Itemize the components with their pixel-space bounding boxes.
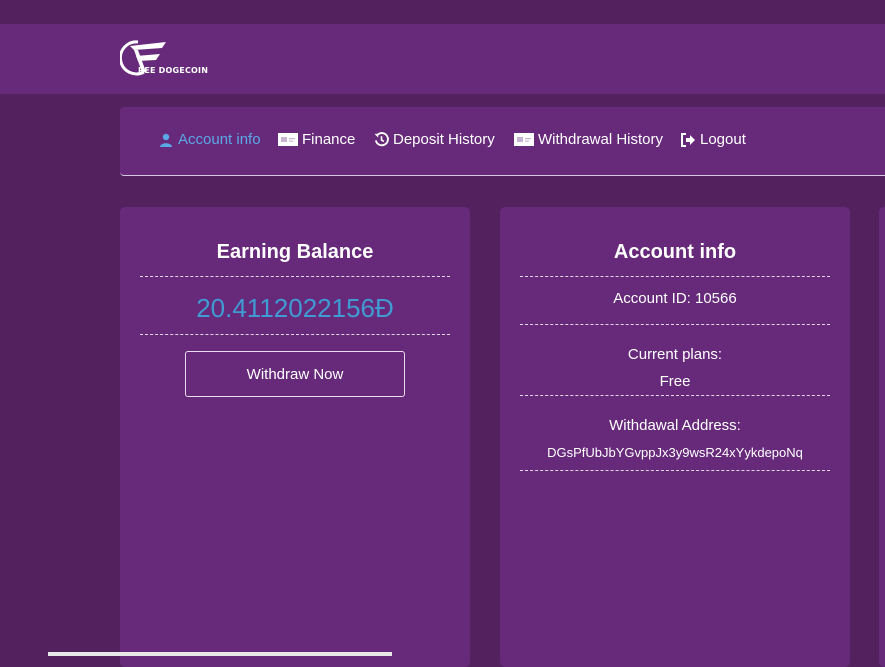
current-plans-label: Current plans:	[627, 346, 723, 363]
divider	[520, 324, 830, 325]
nav-account-info-label: Account info	[178, 131, 261, 148]
logo[interactable]: REE DOGECOIN	[120, 38, 220, 82]
earning-balance-title: Earning Balance	[216, 241, 374, 263]
top-strip	[0, 0, 885, 24]
nav-finance-label: Finance	[302, 131, 356, 148]
account-info-card: Account info Account ID: 10566 Current p…	[500, 207, 850, 667]
partial-card	[879, 207, 885, 667]
divider	[520, 276, 830, 277]
account-id: Account ID: 10566	[613, 290, 737, 307]
history-icon	[373, 132, 389, 148]
money-icon	[278, 132, 298, 148]
earning-balance-card: Earning Balance 20.4112022156Đ Withdraw …	[120, 207, 470, 667]
nav-finance[interactable]: Finance	[278, 131, 355, 148]
logo-text: REE DOGECOIN	[138, 66, 209, 75]
divider	[520, 395, 830, 396]
nav-account-info[interactable]: Account info	[158, 131, 261, 148]
earning-balance-value: 20.4112022156Đ	[196, 293, 394, 323]
site-header: REE DOGECOIN	[0, 24, 885, 94]
account-nav: Account info Finance Deposit History Wit…	[120, 107, 885, 176]
account-info-title: Account info	[613, 241, 737, 263]
divider	[140, 276, 450, 277]
nav-deposit-history-label: Deposit History	[393, 131, 495, 148]
nav-withdrawal-history-label: Withdrawal History	[538, 131, 664, 148]
nav-logout[interactable]: Logout	[680, 131, 746, 148]
divider	[140, 334, 450, 335]
nav-withdrawal-history[interactable]: Withdrawal History	[514, 131, 663, 148]
nav-deposit-history[interactable]: Deposit History	[373, 131, 495, 148]
user-icon	[158, 132, 174, 148]
withdraw-now-button[interactable]: Withdraw Now	[185, 351, 405, 397]
current-plans-value: Free	[659, 373, 691, 390]
money-icon	[514, 132, 534, 148]
withdrawal-address-label: Withdawal Address:	[609, 417, 741, 434]
withdrawal-address-value: DGsPfUbJbYGvppJx3y9wsR24xYykdepoNq	[547, 445, 803, 460]
logout-icon	[680, 132, 696, 148]
divider	[520, 470, 830, 471]
bottom-scrollbar[interactable]	[48, 652, 392, 656]
nav-logout-label: Logout	[700, 131, 746, 148]
